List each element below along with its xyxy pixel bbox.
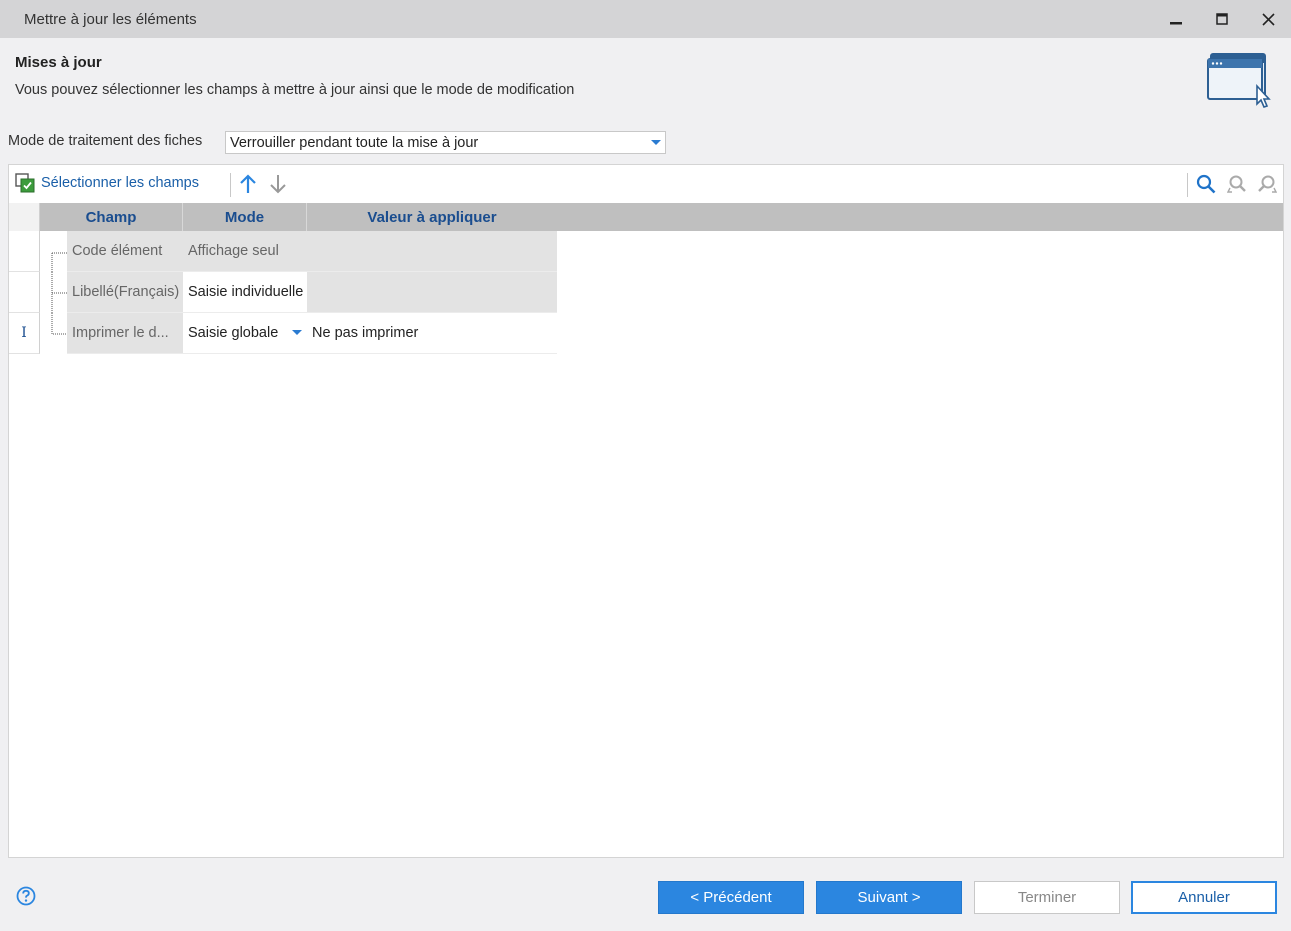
column-header-valeur[interactable]: Valeur à appliquer: [307, 203, 557, 231]
maximize-icon: [1216, 13, 1228, 25]
row-header[interactable]: [9, 272, 40, 313]
cell-champ: Imprimer le d...: [67, 313, 183, 354]
help-icon[interactable]: [16, 886, 36, 906]
window-title: Mettre à jour les éléments: [24, 10, 197, 28]
close-button[interactable]: [1245, 0, 1291, 38]
tree-connector: [51, 313, 67, 335]
next-button[interactable]: Suivant >: [816, 881, 962, 914]
toolbar: Sélectionner les champs: [9, 165, 1283, 203]
move-down-button[interactable]: [266, 172, 290, 196]
cell-valeur[interactable]: [307, 231, 557, 272]
column-header-mode[interactable]: Mode: [183, 203, 307, 231]
minimize-button[interactable]: [1153, 0, 1199, 38]
column-header-champ[interactable]: Champ: [40, 203, 183, 231]
fields-panel: Sélectionner les champs Champ Mode Valeu…: [8, 164, 1284, 858]
cell-mode: Saisie globale: [188, 325, 279, 341]
mode-select[interactable]: Verrouiller pendant toute la mise à jour: [225, 131, 666, 154]
close-icon: [1261, 12, 1275, 26]
search-previous-icon: [1227, 175, 1246, 193]
row-header[interactable]: I: [9, 313, 40, 354]
toolbar-separator: [230, 173, 231, 197]
chevron-down-icon: [651, 140, 661, 145]
search-icon: [1196, 174, 1216, 194]
cell-mode[interactable]: Saisie individuelle: [183, 272, 307, 313]
tree-connector: [51, 272, 67, 313]
cell-valeur[interactable]: [307, 272, 557, 313]
search-button[interactable]: [1194, 172, 1218, 196]
mode-select-value: Verrouiller pendant toute la mise à jour: [230, 134, 479, 151]
page-description: Vous pouvez sélectionner les champs à me…: [15, 82, 575, 98]
search-next-button[interactable]: [1255, 172, 1279, 196]
page-title: Mises à jour: [15, 54, 102, 71]
maximize-button[interactable]: [1199, 0, 1245, 38]
table-row[interactable]: Code élément Affichage seul: [9, 231, 557, 272]
arrow-down-icon: [270, 175, 286, 194]
move-up-button[interactable]: [236, 172, 260, 196]
table-row[interactable]: I Imprimer le d... Saisie globale Ne pas…: [9, 313, 557, 354]
previous-button[interactable]: < Précédent: [658, 881, 804, 914]
cell-champ: Code élément: [67, 231, 183, 272]
cell-mode[interactable]: Affichage seul: [183, 231, 307, 272]
window-controls: [1153, 0, 1291, 38]
row-header[interactable]: [9, 231, 40, 272]
grid-header: Champ Mode Valeur à appliquer: [9, 203, 1283, 231]
row-header-corner: [9, 203, 40, 231]
cancel-button[interactable]: Annuler: [1131, 881, 1277, 914]
title-bar: Mettre à jour les éléments: [0, 0, 1291, 38]
chevron-down-icon[interactable]: [292, 330, 302, 335]
mode-label: Mode de traitement des fiches: [8, 133, 203, 149]
cell-champ: Libellé(Français): [67, 272, 183, 313]
finish-button[interactable]: Terminer: [974, 881, 1120, 914]
table-row[interactable]: Libellé(Français) Saisie individuelle: [9, 272, 557, 313]
minimize-icon: [1170, 22, 1182, 25]
search-next-icon: [1258, 175, 1277, 193]
cell-mode-dropdown[interactable]: Saisie globale: [183, 313, 307, 354]
tree-connector: [51, 252, 67, 272]
select-fields-label: Sélectionner les champs: [41, 175, 199, 191]
window-cursor-icon: [1207, 53, 1271, 108]
search-previous-button[interactable]: [1225, 172, 1249, 196]
arrow-up-icon: [240, 174, 256, 193]
toolbar-separator: [1187, 173, 1188, 197]
select-fields-icon: [15, 173, 35, 193]
cell-valeur[interactable]: Ne pas imprimer: [307, 313, 557, 354]
select-fields-button[interactable]: Sélectionner les champs: [15, 173, 199, 193]
